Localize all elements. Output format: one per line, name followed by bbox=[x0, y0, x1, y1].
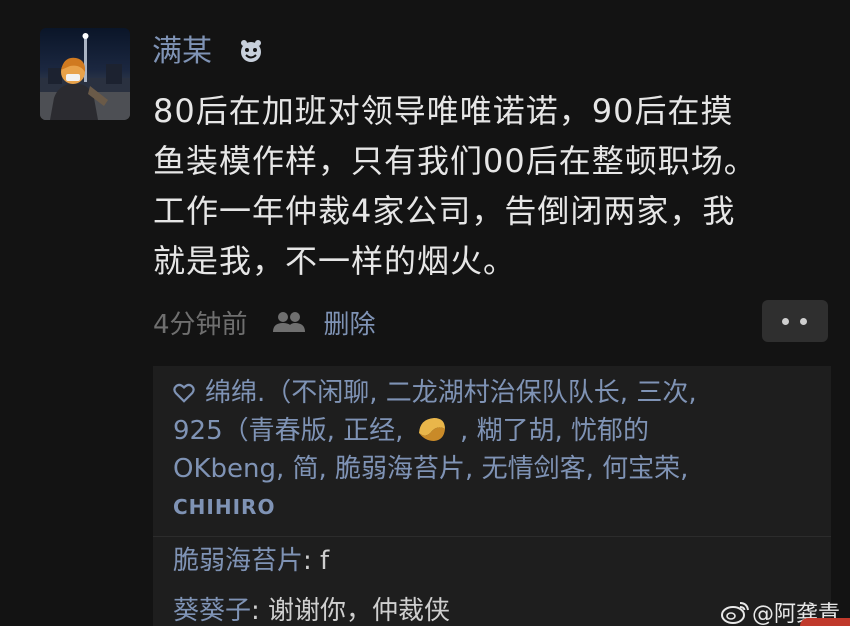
red-corner-decoration bbox=[800, 618, 850, 626]
likes-text[interactable]: 绵绵.（不闲聊, 二龙湖村治保队队长, 三次, bbox=[205, 378, 697, 408]
likes-line: 绵绵.（不闲聊, 二龙湖村治保队队长, 三次, bbox=[173, 374, 823, 412]
post-meta: 4分钟前 删除 bbox=[153, 302, 376, 342]
post-content-line: 就是我，不一样的烟火。 bbox=[153, 242, 517, 280]
avatar-image bbox=[40, 33, 130, 120]
more-dots-icon[interactable] bbox=[762, 300, 828, 342]
comment-author[interactable]: 脆弱海苔片 bbox=[173, 546, 303, 576]
post-time: 4分钟前 bbox=[153, 309, 248, 340]
weibo-icon bbox=[721, 602, 749, 624]
moments-post: 满某 80后在加班对领导唯唯诺诺，90后在摸 鱼装模作样，只有我们00后在整顿职… bbox=[0, 0, 850, 626]
likes-line: 925（青春版, 正经, , 糊了胡, 忧郁的 bbox=[173, 412, 823, 450]
friends-icon[interactable] bbox=[272, 310, 306, 334]
post-content-line: 80后在加班对领导唯唯诺诺，90后在摸 bbox=[153, 92, 734, 130]
avatar[interactable] bbox=[40, 28, 130, 120]
likes-line[interactable]: OKbeng, 简, 脆弱海苔片, 无情剑客, 何宝荣, bbox=[173, 450, 823, 488]
comment-item[interactable]: 葵葵子: 谢谢你，仲裁侠 bbox=[173, 592, 450, 626]
heart-icon bbox=[173, 383, 195, 403]
divider bbox=[153, 536, 831, 537]
emoji-face-icon bbox=[241, 40, 261, 62]
username[interactable]: 满某 bbox=[152, 30, 212, 74]
post-content-line: 鱼装模作样，只有我们00后在整顿职场。 bbox=[153, 142, 757, 180]
comment-item[interactable]: 脆弱海苔片: f bbox=[173, 542, 329, 580]
interaction-panel: 绵绵.（不闲聊, 二龙湖村治保队队长, 三次, 925（青春版, 正经, , 糊… bbox=[153, 366, 831, 626]
dot bbox=[782, 318, 789, 325]
fortune-cookie-icon bbox=[418, 418, 445, 441]
comment-text: 谢谢你，仲裁侠 bbox=[268, 596, 451, 626]
likes-text[interactable]: , 糊了胡, 忧郁的 bbox=[460, 416, 649, 446]
comment-author[interactable]: 葵葵子 bbox=[173, 596, 251, 626]
likes-line[interactable]: CHIHIRO bbox=[173, 488, 823, 526]
post-content-line: 工作一年仲裁4家公司，告倒闭两家，我 bbox=[153, 192, 736, 230]
likes-list: 绵绵.（不闲聊, 二龙湖村治保队队长, 三次, 925（青春版, 正经, , 糊… bbox=[173, 374, 823, 526]
dot bbox=[800, 318, 807, 325]
delete-button[interactable]: 删除 bbox=[324, 304, 376, 341]
post-content: 80后在加班对领导唯唯诺诺，90后在摸 鱼装模作样，只有我们00后在整顿职场。 … bbox=[153, 86, 823, 286]
likes-text[interactable]: 925（青春版, 正经, bbox=[173, 416, 403, 446]
comment-text: f bbox=[320, 546, 330, 576]
